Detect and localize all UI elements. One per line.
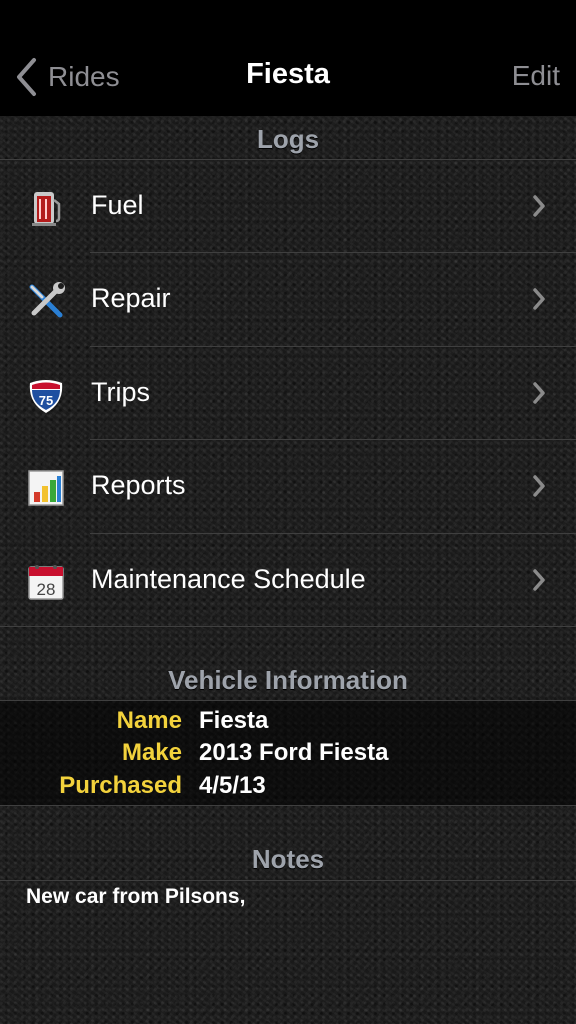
wrench-screwdriver-icon bbox=[29, 282, 65, 318]
logs-row-label: Maintenance Schedule bbox=[91, 564, 366, 594]
vehicle-info-row-make: Make 2013 Ford Fiesta bbox=[0, 739, 576, 771]
chevron-right-icon bbox=[533, 195, 545, 217]
chevron-right-icon bbox=[533, 475, 545, 497]
navigation-bar: Rides Fiesta Edit bbox=[0, 0, 576, 116]
logs-row-maintenance-schedule[interactable]: 28 Maintenance Schedule bbox=[0, 534, 576, 627]
vehicle-info-row-name: Name Fiesta bbox=[0, 707, 576, 739]
svg-text:28: 28 bbox=[37, 580, 56, 599]
vehicle-information-panel: Name Fiesta Make 2013 Ford Fiesta Purcha… bbox=[0, 701, 576, 805]
vehicle-info-row-purchased: Purchased 4/5/13 bbox=[0, 772, 576, 804]
vehicle-info-key: Make bbox=[121, 739, 182, 766]
logs-row-label: Reports bbox=[91, 470, 186, 500]
calendar-28-icon: 28 bbox=[28, 565, 64, 600]
logs-row-label: Fuel bbox=[91, 190, 144, 220]
logs-row-repair[interactable]: Repair bbox=[0, 253, 576, 346]
svg-text:75: 75 bbox=[39, 393, 53, 408]
logs-section-header: Logs bbox=[256, 124, 320, 154]
notes-text: New car from Pilsons, bbox=[26, 885, 246, 908]
edit-button[interactable]: Edit bbox=[512, 60, 560, 92]
logs-row-trips[interactable]: 75 Trips bbox=[0, 347, 576, 440]
divider bbox=[0, 805, 576, 806]
chevron-right-icon bbox=[533, 288, 545, 310]
notes-header: Notes bbox=[251, 844, 325, 874]
logs-row-fuel[interactable]: Fuel bbox=[0, 160, 576, 253]
vehicle-info-key: Name bbox=[116, 707, 182, 734]
bar-chart-icon bbox=[28, 470, 64, 506]
chevron-right-icon bbox=[533, 569, 545, 591]
vehicle-info-key: Purchased bbox=[59, 772, 182, 799]
vehicle-info-value: 4/5/13 bbox=[199, 772, 266, 799]
fuel-pump-icon bbox=[32, 192, 61, 226]
page-title: Fiesta bbox=[246, 58, 330, 90]
logs-row-reports[interactable]: Reports bbox=[0, 440, 576, 533]
logs-row-label: Trips bbox=[91, 377, 150, 407]
vehicle-info-value: 2013 Ford Fiesta bbox=[199, 739, 389, 766]
vehicle-info-value: Fiesta bbox=[199, 707, 269, 734]
interstate-75-sign-icon: 75 bbox=[29, 380, 63, 413]
chevron-right-icon bbox=[533, 382, 545, 404]
divider bbox=[0, 626, 576, 627]
vehicle-information-header: Vehicle Information bbox=[168, 665, 408, 695]
logs-row-label: Repair bbox=[91, 283, 171, 313]
